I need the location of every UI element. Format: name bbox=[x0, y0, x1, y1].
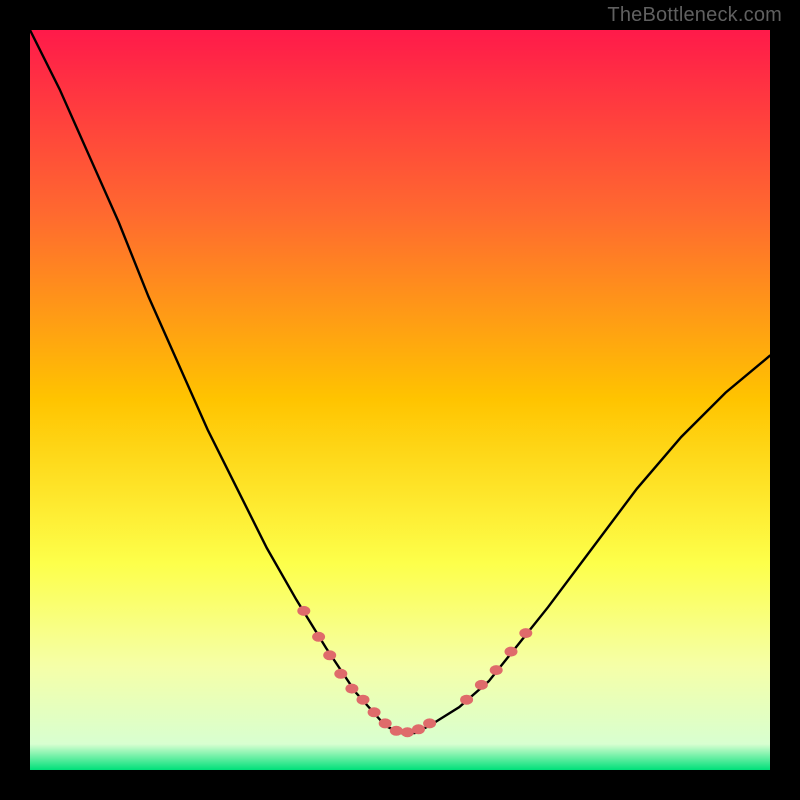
marker-dot bbox=[475, 680, 488, 690]
marker-dot bbox=[490, 665, 503, 675]
marker-dot bbox=[519, 628, 532, 638]
marker-dot bbox=[345, 684, 358, 694]
marker-dot bbox=[379, 718, 392, 728]
marker-dot bbox=[401, 727, 414, 737]
chart-stage: TheBottleneck.com bbox=[0, 0, 800, 800]
marker-dot bbox=[460, 695, 473, 705]
watermark-text: TheBottleneck.com bbox=[607, 4, 782, 27]
marker-dot bbox=[312, 632, 325, 642]
marker-dot bbox=[323, 650, 336, 660]
marker-dot bbox=[357, 695, 370, 705]
marker-dot bbox=[423, 718, 436, 728]
chart-svg bbox=[0, 0, 800, 800]
marker-dot bbox=[368, 707, 381, 717]
marker-dot bbox=[334, 669, 347, 679]
marker-dot bbox=[297, 606, 310, 616]
marker-dot bbox=[505, 647, 518, 657]
marker-dot bbox=[390, 726, 403, 736]
marker-dot bbox=[412, 724, 425, 734]
plot-background bbox=[30, 30, 770, 770]
